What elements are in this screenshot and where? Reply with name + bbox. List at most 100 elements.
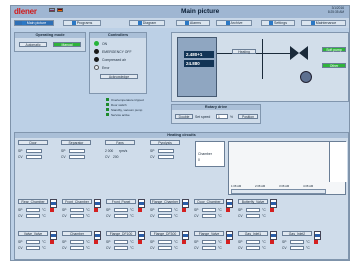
sp-input[interactable] [246, 208, 260, 212]
tab-alarms[interactable]: Alarms [176, 20, 210, 26]
cv-input[interactable] [26, 246, 40, 250]
sp-label: SP [106, 240, 111, 244]
sp-input[interactable] [246, 240, 260, 244]
sp-input[interactable] [26, 149, 42, 153]
sp-input[interactable] [158, 208, 172, 212]
language-flag-icon[interactable] [49, 8, 55, 12]
heating-circuit-button[interactable]: Valve_Valve [18, 231, 48, 236]
language-flag-icon[interactable] [57, 8, 63, 12]
sp-input[interactable] [114, 208, 128, 212]
cv-label: CV [106, 214, 111, 218]
tab-programs[interactable]: Programs [63, 20, 101, 26]
trend-scrollbar[interactable] [231, 189, 326, 194]
sp-input[interactable] [70, 240, 84, 244]
sp-label: SP [150, 240, 155, 244]
heating-circuit-button[interactable]: Front_Chamber [62, 199, 92, 204]
heating-circuit-button[interactable]: Chamber [62, 231, 92, 236]
double-button[interactable]: Double [175, 114, 193, 119]
unit-label: °C [86, 208, 90, 212]
heater-icon [50, 199, 57, 208]
heating-circuit-button[interactable]: Pyrolysis [150, 140, 180, 145]
position-button[interactable]: Position [238, 114, 258, 119]
cv-input[interactable] [70, 214, 84, 218]
sp-label: SP [238, 208, 243, 212]
automatic-button[interactable]: Automatic [19, 42, 47, 47]
sp-label: SP [238, 240, 243, 244]
manual-button[interactable]: Manual [53, 42, 81, 47]
cv-input[interactable] [114, 246, 128, 250]
acknowledge-button[interactable]: Acknowledge [100, 74, 138, 79]
heating-circuit-button[interactable]: Rear_Chamber [18, 199, 48, 204]
sp-input[interactable] [290, 240, 304, 244]
tab-settings[interactable]: Settings [261, 20, 295, 26]
heating-circuit-button[interactable]: Front_Panel [106, 199, 136, 204]
cv-input[interactable] [202, 246, 216, 250]
trend-legend [329, 142, 347, 182]
sp-input[interactable] [26, 240, 40, 244]
heating-circuit: Flange_DF300 SP °C CV °C [150, 231, 190, 255]
unit-label: °C [174, 246, 178, 250]
unit-label: °C [262, 240, 266, 244]
cv-input[interactable] [246, 246, 260, 250]
other-button[interactable]: Other [322, 63, 346, 68]
heating-circuit-button[interactable]: Flange_Valve [194, 231, 224, 236]
heating-circuit-button[interactable]: Fans [105, 140, 135, 145]
cv-input[interactable] [114, 214, 128, 218]
heating-circuit-button[interactable]: Gas_Inlet1 [238, 231, 268, 236]
cv-input[interactable] [26, 155, 42, 159]
cv-label: CV [61, 155, 66, 159]
unit-label: °C [218, 208, 222, 212]
cv-input[interactable] [290, 246, 304, 250]
controllers-panel: Controllers ON EMERGENCY OFF Compressed … [89, 32, 147, 94]
heating-circuit-button[interactable]: Butterfly_Valve [238, 199, 268, 204]
trend-chart: 1:08 AM 2:08 AM 3:08 AM 4:08 AM [228, 141, 347, 195]
unit-label: °C [174, 208, 178, 212]
cv-input[interactable] [70, 246, 84, 250]
fans-unit: rpm/s [119, 149, 128, 153]
cv-label: CV [282, 246, 287, 250]
cv-input[interactable] [158, 214, 172, 218]
cv-input[interactable] [158, 155, 174, 159]
sp-label: SP [282, 240, 287, 244]
sp-input[interactable] [114, 240, 128, 244]
legend-label: Service active [111, 112, 130, 117]
tab-main-picture[interactable]: Main picture [14, 20, 54, 26]
cv-input[interactable] [202, 214, 216, 218]
heating-circuit-button[interactable]: Flange_Chamber [150, 199, 180, 204]
cv-input[interactable] [246, 214, 260, 218]
pump-icon [300, 71, 312, 83]
compressed-air-label: Compressed air [102, 58, 126, 62]
heating-circuit-button[interactable]: Flange_DF300 [150, 231, 180, 236]
cv-value: 200 [113, 155, 119, 159]
heating-circuit: Butterfly_Valve SP °C CV °C [238, 199, 278, 223]
heating-circuit-button[interactable]: Door [18, 140, 48, 145]
sp-input[interactable] [26, 208, 40, 212]
heating-circuit-button[interactable]: Door_Chamber [194, 199, 224, 204]
valve-icon[interactable] [290, 46, 308, 60]
sp-input[interactable] [69, 149, 85, 153]
heater-icon [50, 231, 57, 240]
cv-label: CV [106, 246, 111, 250]
sp-input[interactable] [158, 240, 172, 244]
sp-label: SP [18, 208, 23, 212]
cv-input[interactable] [26, 214, 40, 218]
heating-button[interactable]: Heating [232, 49, 256, 54]
tab-maintenance[interactable]: Maintenance [301, 20, 346, 26]
process-line [217, 53, 297, 54]
cv-input[interactable] [158, 246, 172, 250]
chamber-value-display: 2.480+1 [184, 51, 214, 58]
sp-label: SP [18, 149, 23, 153]
sp-input[interactable] [202, 240, 216, 244]
sp-input[interactable] [202, 208, 216, 212]
sp-input[interactable] [158, 149, 174, 153]
soft-pump-button[interactable]: Soft pump [322, 47, 346, 52]
setspeed-field[interactable]: 1 [216, 114, 228, 119]
tab-archive[interactable]: Archive [216, 20, 252, 26]
heating-circuit-button[interactable]: Separator [61, 140, 91, 145]
on-indicator-icon [94, 41, 99, 46]
heating-circuit-button[interactable]: Gas_Inlet2 [282, 231, 312, 236]
tab-diagram[interactable]: Diagram [129, 20, 165, 26]
sp-input[interactable] [70, 208, 84, 212]
heating-circuit-button[interactable]: Flange_DF100 [106, 231, 136, 236]
cv-input[interactable] [69, 155, 85, 159]
